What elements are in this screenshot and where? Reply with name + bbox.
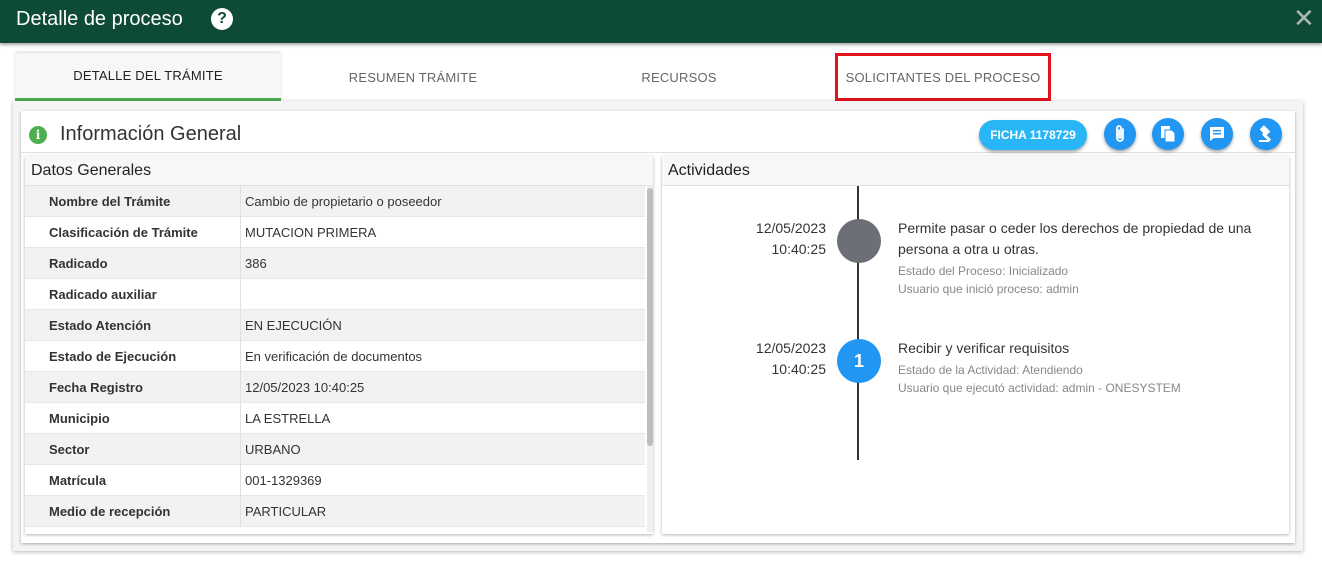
comment-icon: [1210, 127, 1224, 141]
attachment-button[interactable]: [1104, 118, 1136, 150]
ficha-button[interactable]: FICHA 1178729: [979, 120, 1087, 150]
activity-status: Estado del Proceso: Inicializado: [898, 264, 1069, 278]
tab-recursos[interactable]: RECURSOS: [545, 53, 813, 101]
table-row: Estado de Ejecución En verificación de do…: [25, 341, 645, 372]
help-circle-icon[interactable]: ?: [211, 8, 233, 30]
datos-scrollbar[interactable]: [647, 186, 653, 532]
table-row: Fecha Registro 12/05/2023 10:40:25: [25, 372, 645, 403]
comment-button[interactable]: [1201, 118, 1233, 150]
table-row: Estado Atención EN EJECUCIÓN: [25, 310, 645, 341]
tab-detalle-del-tramite[interactable]: DETALLE DEL TRÁMITE: [15, 53, 281, 101]
copy-button[interactable]: [1152, 118, 1184, 150]
tab-solicitantes-del-proceso[interactable]: SOLICITANTES DEL PROCESO: [835, 53, 1051, 101]
table-row: Medio de recepción PARTICULAR: [25, 496, 645, 527]
datos-generales-table: Nombre del Trámite Cambio de propietario …: [25, 186, 645, 531]
activity-status: Estado de la Actividad: Atendiendo: [898, 363, 1083, 377]
content-panel: i Información General FICHA 1178729 Dato…: [13, 101, 1303, 551]
actividades-panel: Actividades 12/05/2023 10:40:25 Permite …: [662, 156, 1289, 534]
table-row: Municipio LA ESTRELLA: [25, 403, 645, 434]
tab-resumen-tramite[interactable]: RESUMEN TRÁMITE: [281, 53, 545, 101]
card-header: i Información General FICHA 1178729: [21, 111, 1295, 153]
activity-date: 12/05/2023 10:40:25: [755, 220, 826, 257]
gavel-button[interactable]: [1250, 118, 1282, 150]
table-row: Nombre del Trámite Cambio de propietario …: [25, 186, 645, 217]
activity-title: Permite pasar o ceder los derechos de pr…: [898, 220, 1252, 257]
table-row: Radicado auxiliar: [25, 279, 645, 310]
table-row: Radicado 386: [25, 248, 645, 279]
datos-generales-panel: Datos Generales Nombre del Trámite Cambio…: [25, 156, 653, 534]
window-titlebar: Detalle de proceso ? ✕: [0, 0, 1322, 43]
table-row: Sector URBANO: [25, 434, 645, 465]
timeline-marker: 1: [837, 339, 881, 383]
table-row: Clasificación de Trámite MUTACION PRIMERA: [25, 217, 645, 248]
close-icon[interactable]: ✕: [1293, 5, 1315, 31]
table-row: Matrícula 001-1329369: [25, 465, 645, 496]
activity-user: Usuario que inició proceso: admin: [898, 282, 1079, 296]
copy-icon: [1161, 126, 1176, 143]
timeline-marker: [837, 219, 881, 263]
info-icon: i: [29, 126, 47, 144]
actividades-title: Actividades: [662, 156, 1289, 186]
datos-generales-title: Datos Generales: [25, 156, 653, 186]
window-title: Detalle de proceso: [16, 8, 183, 30]
activity-date: 12/05/2023 10:40:25: [755, 340, 826, 377]
attachment-icon: [1116, 125, 1124, 142]
informacion-general-card: i Información General FICHA 1178729 Dato…: [21, 111, 1295, 543]
scrollbar-thumb[interactable]: [647, 188, 653, 446]
tab-bar: DETALLE DEL TRÁMITE RESUMEN TRÁMITE RECU…: [15, 53, 1302, 101]
activity-user: Usuario que ejecutó actividad: admin - O…: [898, 381, 1181, 395]
activity-title: Recibir y verificar requisitos: [898, 340, 1070, 356]
card-title: Información General: [60, 123, 242, 145]
gavel-icon: [1259, 125, 1272, 142]
